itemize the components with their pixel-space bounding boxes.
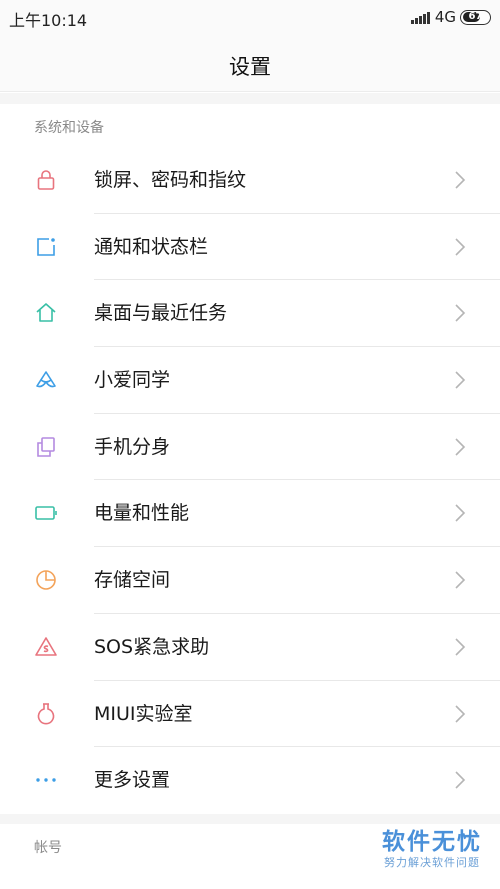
section-gap [0,93,500,104]
settings-item-label: SOS紧急求助 [94,635,210,658]
settings-item-battery-performance[interactable]: 电量和性能 [0,480,500,548]
status-time: 上午10:14 [9,11,88,30]
notification-icon [34,235,58,259]
chevron-right-icon [454,503,466,523]
settings-item-more[interactable]: 更多设置 [0,747,500,814]
chevron-right-icon [454,170,466,190]
section-header-system: 系统和设备 [34,120,104,136]
signal-strength-icon [410,11,431,24]
settings-item-miui-lab[interactable]: MIUI实验室 [0,681,500,748]
sos-icon [34,635,58,659]
battery-indicator-icon: 67 [460,9,491,25]
settings-item-label: 锁屏、密码和指纹 [94,169,247,191]
settings-list: 锁屏、密码和指纹 通知和状态栏 桌面与最近任务 小爱同学 手机分身 电量和性能 … [0,147,500,814]
chevron-right-icon [454,303,466,323]
section-gap [0,814,500,824]
chevron-right-icon [454,770,466,790]
storage-icon [34,568,58,592]
watermark-subtitle: 努力解决软件问题 [384,856,480,869]
chevron-right-icon [454,704,466,724]
settings-item-notifications[interactable]: 通知和状态栏 [0,214,500,281]
home-icon [34,301,58,325]
settings-item-label: 存储空间 [94,569,171,592]
settings-item-label: 通知和状态栏 [94,235,209,258]
more-icon [34,768,58,792]
settings-item-label: 桌面与最近任务 [94,302,228,325]
watermark-logo: 软件无忧 努力解决软件问题 [382,828,482,870]
lock-icon [34,168,58,192]
network-type: 4G [434,8,456,26]
settings-item-label: 小爱同学 [94,369,171,392]
chevron-right-icon [454,437,466,457]
status-bar: 上午10:14 4G 67 [0,0,500,36]
status-indicators: 4G 67 [410,8,491,26]
dual-phone-icon [34,435,58,459]
section-header-account: 帐号 [34,840,62,856]
chevron-right-icon [454,637,466,657]
xiaoai-icon [34,368,58,392]
chevron-right-icon [454,237,466,257]
settings-item-storage[interactable]: 存储空间 [0,547,500,614]
settings-item-xiaoai[interactable]: 小爱同学 [0,347,500,414]
watermark-title: 软件无忧 [382,829,482,855]
battery-icon [34,501,58,525]
settings-item-label: MIUI实验室 [94,702,193,725]
chevron-right-icon [454,370,466,390]
settings-item-lock-screen[interactable]: 锁屏、密码和指纹 [0,147,500,214]
settings-item-label: 电量和性能 [94,502,190,525]
settings-item-desktop[interactable]: 桌面与最近任务 [0,280,500,348]
settings-item-second-space[interactable]: 手机分身 [0,414,500,481]
flask-icon [34,702,58,726]
battery-level: 67 [468,11,483,22]
settings-item-label: 手机分身 [94,435,171,458]
chevron-right-icon [454,570,466,590]
settings-item-label: 更多设置 [94,769,171,792]
settings-item-sos[interactable]: SOS紧急求助 [0,614,500,681]
page-title: 设置 [229,55,271,79]
app-header: 设置 [0,36,500,92]
